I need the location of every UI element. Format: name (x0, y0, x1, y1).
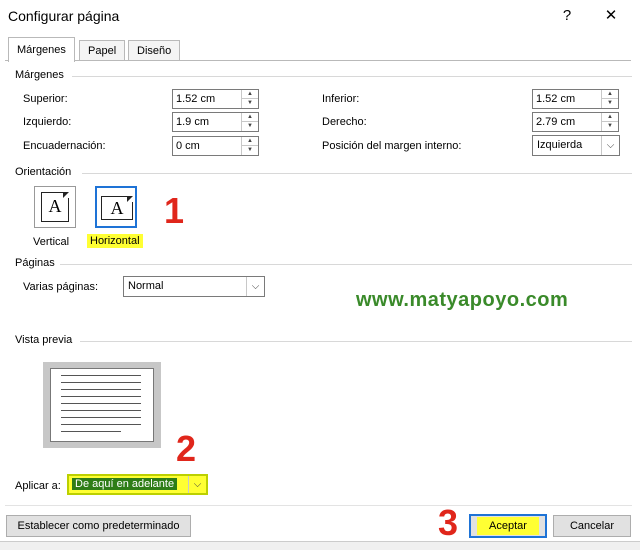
preview-area (43, 362, 161, 448)
multiple-pages-label: Varias páginas: (23, 281, 99, 293)
right-margin-value: 2.79 cm (536, 116, 576, 128)
section-divider (80, 341, 632, 342)
cancel-button[interactable]: Cancelar (553, 515, 631, 537)
annotation-number-1: 1 (164, 190, 185, 231)
portrait-label[interactable]: Vertical (33, 236, 69, 248)
section-divider (82, 173, 632, 174)
annotation-number-2: 2 (176, 428, 197, 469)
preview-line (61, 382, 141, 383)
preview-heading: Vista previa (15, 334, 73, 346)
chevron-down-icon: ⌵ (246, 277, 264, 296)
tab-layout[interactable]: Diseño (128, 40, 181, 61)
help-button[interactable]: ? (554, 4, 580, 28)
preview-line (61, 424, 141, 425)
portrait-page-icon: A (41, 192, 69, 222)
spin-down-icon[interactable]: ▼ (242, 146, 258, 155)
preview-page (50, 368, 154, 442)
footer-divider (5, 505, 632, 506)
left-margin-value: 1.9 cm (176, 116, 210, 128)
ok-button[interactable]: Aceptar (469, 514, 547, 538)
left-margin-spinner[interactable]: 1.9 cm ▲ ▼ (172, 112, 259, 132)
bottom-margin-spinner[interactable]: 1.52 cm ▲ ▼ (532, 89, 619, 109)
top-margin-label: Superior: (23, 93, 68, 105)
spin-down-icon[interactable]: ▼ (242, 122, 258, 131)
spin-up-icon[interactable]: ▲ (602, 113, 618, 122)
orientation-heading: Orientación (15, 166, 72, 178)
apply-to-label: Aplicar a: (15, 480, 61, 492)
pages-heading: Páginas (15, 257, 55, 269)
gutter-position-label: Posición del margen interno: (322, 140, 462, 152)
spin-down-icon[interactable]: ▼ (602, 122, 618, 131)
preview-line (61, 403, 141, 404)
gutter-position-select[interactable]: Izquierda ⌵ (532, 135, 620, 156)
top-margin-value: 1.52 cm (176, 93, 216, 105)
apply-to-value: De aquí en adelante (72, 478, 178, 490)
section-divider (72, 76, 632, 77)
top-margin-spinner[interactable]: 1.52 cm ▲ ▼ (172, 89, 259, 109)
multiple-pages-value: Normal (128, 280, 164, 292)
gutter-spinner[interactable]: 0 cm ▲ ▼ (172, 136, 259, 156)
left-margin-label: Izquierdo: (23, 116, 72, 128)
preview-line (61, 417, 141, 418)
right-margin-label: Derecho: (322, 116, 367, 128)
preview-line (61, 396, 141, 397)
margins-heading: Márgenes (15, 69, 64, 81)
apply-to-select[interactable]: De aquí en adelante ⌵ (67, 474, 208, 495)
dialog-title: Configurar página (8, 8, 120, 24)
preview-line (61, 389, 141, 390)
tab-divider (5, 60, 631, 61)
annotation-number-3: 3 (438, 502, 459, 543)
preview-line (61, 375, 141, 376)
preview-line (61, 431, 121, 432)
set-default-button[interactable]: Establecer como predeterminado (6, 515, 191, 537)
right-margin-spinner[interactable]: 2.79 cm ▲ ▼ (532, 112, 619, 132)
multiple-pages-select[interactable]: Normal ⌵ (123, 276, 265, 297)
gutter-label: Encuadernación: (23, 140, 106, 152)
landscape-page-icon: A (101, 196, 133, 220)
spin-up-icon[interactable]: ▲ (242, 90, 258, 99)
spin-up-icon[interactable]: ▲ (242, 137, 258, 146)
chevron-down-icon: ⌵ (188, 476, 206, 493)
ok-button-label: Aceptar (477, 517, 539, 535)
spin-up-icon[interactable]: ▲ (242, 113, 258, 122)
chevron-down-icon: ⌵ (601, 136, 619, 155)
section-divider (60, 264, 632, 265)
tab-paper[interactable]: Papel (79, 40, 126, 61)
landscape-option[interactable]: A (95, 186, 137, 228)
spin-up-icon[interactable]: ▲ (602, 90, 618, 99)
bottom-margin-label: Inferior: (322, 93, 360, 105)
bottom-margin-value: 1.52 cm (536, 93, 576, 105)
landscape-label[interactable]: Horizontal (87, 234, 143, 248)
portrait-option[interactable]: A (34, 186, 76, 228)
close-button[interactable]: ✕ (598, 4, 624, 28)
preview-line (61, 410, 141, 411)
spin-down-icon[interactable]: ▼ (602, 99, 618, 108)
spin-down-icon[interactable]: ▼ (242, 99, 258, 108)
gutter-value: 0 cm (176, 140, 200, 152)
tab-margins[interactable]: Márgenes (8, 37, 75, 62)
watermark-text: www.matyapoyo.com (356, 289, 569, 311)
gutter-position-value: Izquierda (537, 139, 583, 151)
